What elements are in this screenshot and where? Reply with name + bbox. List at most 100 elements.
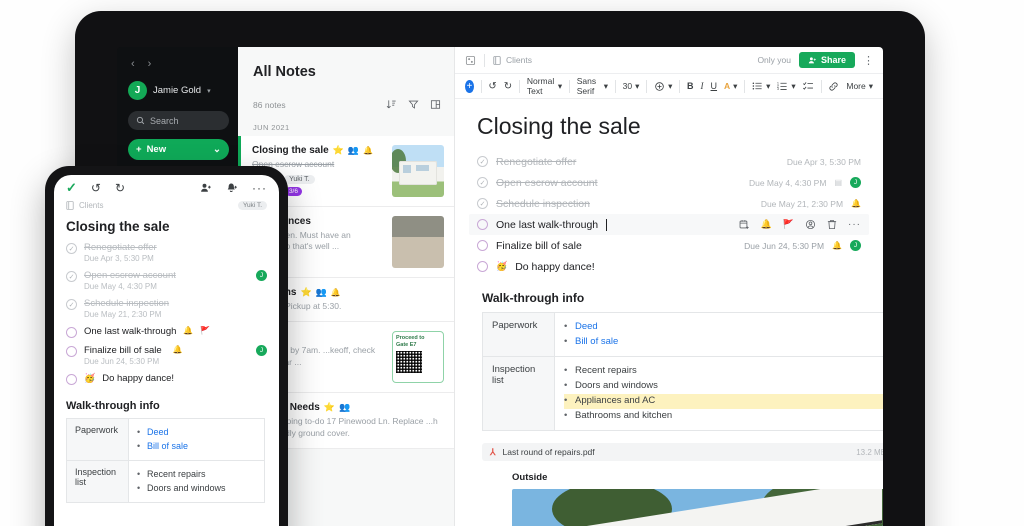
checkbox-unchecked-icon[interactable] (66, 327, 77, 338)
task-row[interactable]: One last walk-through 🔔 🚩 (54, 326, 279, 338)
numbered-list-dropdown[interactable]: 1 2 3 ▾ (777, 81, 795, 92)
bulleted-list-dropdown[interactable]: ▾ (752, 81, 770, 92)
svg-text:3: 3 (777, 87, 779, 91)
account-switcher[interactable]: J Jamie Gold ▾ (128, 81, 229, 100)
italic-button[interactable]: I (701, 81, 704, 91)
task-label: Open escrow account (496, 176, 598, 189)
task-label: Schedule inspection (84, 298, 170, 309)
insert-icon[interactable]: + (465, 79, 474, 93)
nav-back-icon[interactable]: ‹ (131, 58, 135, 70)
insert-media-dropdown[interactable]: ▾ (654, 81, 672, 92)
list-item[interactable]: Bathrooms and kitchen (564, 409, 883, 424)
list-item[interactable]: Bill of sale (564, 335, 883, 350)
person-add-icon[interactable] (200, 182, 212, 194)
text-color-dropdown[interactable]: A ▾ (724, 81, 737, 92)
more-toolbar-dropdown[interactable]: More ▾ (846, 81, 873, 92)
underline-button[interactable]: U (711, 81, 718, 91)
link-bill-of-sale[interactable]: Bill of sale (147, 441, 188, 451)
task-row[interactable]: Finalize bill of sale Due Jun 24, 5:30 P… (54, 345, 279, 366)
task-row[interactable]: ✓ Schedule inspection Due May 21, 2:30 P… (54, 298, 279, 319)
breadcrumb[interactable]: Clients (493, 55, 532, 65)
more-icon[interactable]: ··· (252, 181, 267, 195)
bold-button[interactable]: B (687, 81, 694, 91)
list-item-highlighted[interactable]: Appliances and AC (564, 393, 883, 409)
checkbox-unchecked-icon[interactable] (66, 346, 77, 357)
more-options-icon[interactable]: ⋮ (863, 54, 874, 67)
phone-toolbar: ✓ ↺ ↻ ··· (54, 175, 279, 201)
checkbox-unchecked-icon[interactable] (477, 219, 488, 230)
share-button[interactable]: Share (798, 52, 855, 68)
task-row[interactable]: Finalize bill of sale Due Jun 24, 5:30 P… (477, 235, 861, 256)
folder-icon (493, 55, 501, 65)
text-style-dropdown[interactable]: Normal Text ▾ (527, 76, 562, 96)
filter-icon[interactable] (408, 99, 419, 110)
task-row[interactable]: 🥳 Do happy dance! (54, 373, 279, 385)
document-body[interactable]: Closing the sale ✓ Renegotiate offer Due… (455, 99, 883, 526)
new-button[interactable]: + New ⌄ (128, 139, 229, 160)
list-item[interactable]: Recent repairs (564, 364, 883, 379)
checklist-icon[interactable] (802, 81, 814, 91)
font-family-dropdown[interactable]: Sans Serif ▾ (577, 76, 608, 96)
checkbox-checked-icon[interactable]: ✓ (66, 299, 77, 310)
link-deed[interactable]: Deed (147, 427, 169, 437)
checkbox-checked-icon[interactable]: ✓ (66, 271, 77, 282)
sort-icon[interactable] (386, 99, 397, 110)
page-title: Closing the sale (477, 113, 641, 139)
link-icon[interactable] (828, 81, 839, 92)
nav-forward-icon[interactable]: › (148, 58, 152, 70)
list-item[interactable]: Doors and windows (137, 481, 256, 496)
flag-icon[interactable]: 🚩 (783, 219, 794, 230)
list-item[interactable]: Deed (137, 425, 256, 440)
layout-icon[interactable] (430, 99, 441, 110)
note-title: Closing the sale (252, 145, 329, 156)
checkbox-checked-icon[interactable]: ✓ (66, 243, 77, 254)
phone-breadcrumb[interactable]: Clients Yuki T. (54, 201, 279, 210)
sidebar-nav-arrows[interactable]: ‹ › (131, 58, 229, 70)
folder-icon (66, 201, 74, 210)
table-value: Recent repairs Doors and windows Applian… (554, 356, 883, 432)
more-icon[interactable]: ··· (848, 219, 861, 230)
list-item[interactable]: Doors and windows (564, 379, 883, 394)
font-size-dropdown[interactable]: 30 ▾ (623, 81, 640, 92)
checkbox-unchecked-icon[interactable] (66, 374, 77, 385)
bell-icon: 🔔 (363, 146, 374, 155)
assign-person-icon[interactable] (805, 219, 816, 230)
task-row[interactable]: ✓ Open escrow account Due May 4, 4:30 PM… (54, 270, 279, 291)
plus-icon: + (136, 144, 142, 155)
checkbox-unchecked-icon[interactable] (477, 261, 488, 272)
trash-icon[interactable] (827, 219, 837, 230)
link-bill-of-sale[interactable]: Bill of sale (575, 336, 618, 347)
undo-icon[interactable]: ↺ (91, 181, 101, 195)
bell-icon[interactable]: 🔔 (761, 219, 772, 230)
done-check-icon[interactable]: ✓ (66, 180, 77, 196)
author-chip[interactable]: Yuki T. (237, 201, 267, 210)
table-key: Inspection list (482, 356, 555, 432)
list-item[interactable]: Bill of sale (137, 439, 256, 454)
note-thumbnail (392, 216, 444, 268)
checkbox-checked-icon[interactable]: ✓ (477, 198, 488, 209)
checkbox-checked-icon[interactable]: ✓ (477, 156, 488, 167)
task-row[interactable]: ✓ Renegotiate offer Due Apr 3, 5:30 PM (477, 151, 861, 172)
notes-count: 86 notes (253, 99, 286, 110)
checkbox-checked-icon[interactable]: ✓ (477, 177, 488, 188)
task-row[interactable]: ✓ Schedule inspection Due May 21, 2:30 P… (477, 193, 861, 214)
list-item[interactable]: Deed (564, 320, 883, 335)
task-row[interactable]: ✓ Renegotiate offer Due Apr 3, 5:30 PM (54, 242, 279, 263)
undo-icon[interactable]: ↺ (488, 81, 496, 92)
redo-icon[interactable]: ↻ (115, 181, 125, 195)
text-cursor (606, 218, 608, 231)
redo-icon[interactable]: ↻ (504, 81, 512, 92)
bell-add-icon[interactable] (226, 182, 238, 194)
checkbox-unchecked-icon[interactable] (477, 240, 488, 251)
task-row[interactable]: ✓ Open escrow account Due May 4, 4:30 PM… (477, 172, 861, 193)
inline-photo[interactable] (512, 489, 883, 526)
task-row-active[interactable]: One last walk-through 🔔 🚩 ··· (469, 214, 869, 235)
calendar-add-icon[interactable] (739, 219, 750, 230)
app-grid-icon[interactable] (465, 55, 476, 66)
search-input[interactable]: Search (128, 111, 229, 130)
editor-header: Clients Only you Share ⋮ (455, 47, 883, 74)
attachment-chip[interactable]: ⅄ Last round of repairs.pdf 13.2 MB (482, 443, 883, 462)
list-item[interactable]: Recent repairs (137, 467, 256, 482)
link-deed[interactable]: Deed (575, 321, 598, 332)
task-row[interactable]: 🥳 Do happy dance! (477, 256, 861, 277)
